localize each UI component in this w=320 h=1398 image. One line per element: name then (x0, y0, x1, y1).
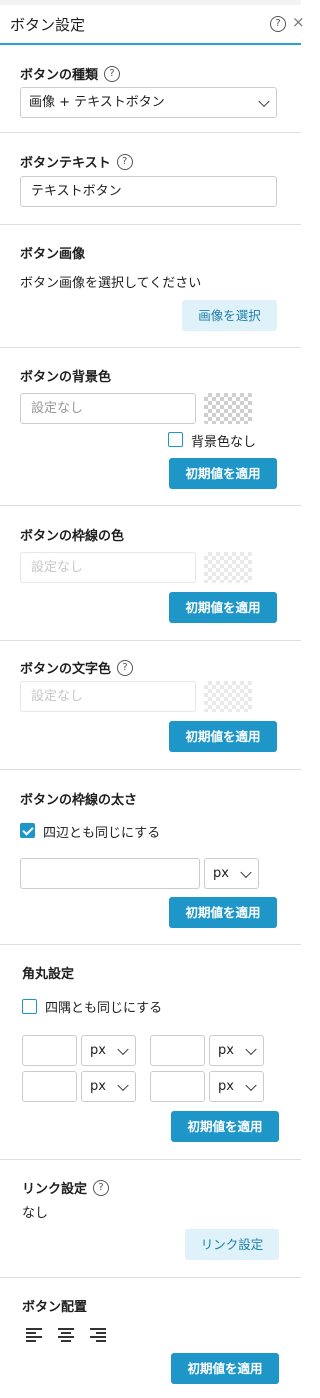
section-button-image: ボタン画像 ボタン画像を選択してください 画像を選択 (0, 225, 301, 348)
bg-color-swatch[interactable] (204, 393, 252, 424)
corner-top-left-input[interactable] (22, 1035, 77, 1066)
unit-value: px (213, 866, 229, 881)
no-bg-label: 背景色なし (191, 435, 257, 450)
section-border-color: ボタンの枠線の色 設定なし 初期値を適用 (0, 506, 301, 641)
section-link: リンク設定? なし リンク設定 (0, 1160, 301, 1278)
corner-top-right-input[interactable] (150, 1035, 205, 1066)
section-button-text: ボタンテキスト? テキストボタン (0, 133, 301, 225)
border-color-input: 設定なし (20, 552, 196, 583)
help-icon[interactable]: ? (93, 1180, 110, 1196)
border-color-apply-default-button[interactable]: 初期値を適用 (169, 592, 277, 623)
button-type-value: 画像 + テキストボタン (29, 95, 165, 110)
no-bg-checkbox[interactable] (168, 432, 183, 447)
align-left-icon[interactable] (26, 1328, 42, 1342)
border-unit-select[interactable]: px (204, 858, 259, 889)
text-color-swatch (204, 681, 252, 712)
border-same-checkbox[interactable] (20, 823, 35, 838)
chevron-down-icon (117, 1043, 129, 1055)
alignment-apply-default-button[interactable]: 初期値を適用 (171, 1353, 279, 1384)
corner-bottom-left-unit-select[interactable]: px (81, 1071, 136, 1102)
border-width-apply-default-button[interactable]: 初期値を適用 (169, 897, 277, 928)
button-text-label: ボタンテキスト? (20, 152, 133, 171)
button-image-prompt: ボタン画像を選択してください (20, 276, 202, 291)
chevron-down-icon (258, 95, 270, 107)
help-icon[interactable]: ? (117, 660, 134, 676)
section-border-width: ボタンの枠線の太さ 四辺とも同じにする px 初期値を適用 (0, 770, 301, 945)
button-type-label: ボタンの種類? (20, 64, 121, 83)
link-value: なし (22, 1206, 49, 1221)
corner-bottom-right-unit-select[interactable]: px (209, 1071, 264, 1102)
border-width-label: ボタンの枠線の太さ (20, 793, 138, 808)
section-text-color: ボタンの文字色? 設定なし 初期値を適用 (0, 641, 301, 770)
select-image-button[interactable]: 画像を選択 (182, 300, 277, 331)
corner-bottom-left-input[interactable] (22, 1071, 77, 1102)
chevron-down-icon (117, 1079, 129, 1091)
bg-color-label: ボタンの背景色 (20, 370, 112, 385)
chevron-down-icon (245, 1043, 257, 1055)
alignment-label: ボタン配置 (22, 1300, 88, 1315)
panel-title: ボタン設定 (10, 16, 86, 34)
button-text-input[interactable]: テキストボタン (20, 176, 277, 207)
corner-bottom-right-input[interactable] (150, 1071, 205, 1102)
help-icon[interactable]: ? (270, 16, 286, 32)
section-button-type: ボタンの種類? 画像 + テキストボタン (0, 47, 301, 133)
corner-radius-label: 角丸設定 (22, 967, 75, 982)
unit-value: px (218, 1043, 234, 1058)
section-bg-color: ボタンの背景色 設定なし 背景色なし 初期値を適用 (0, 348, 301, 506)
section-alignment: ボタン配置 初期値を適用 (0, 1278, 301, 1398)
corner-top-left-unit-select[interactable]: px (81, 1035, 136, 1066)
bg-apply-default-button[interactable]: 初期値を適用 (169, 458, 277, 489)
chevron-down-icon (240, 866, 252, 878)
link-label: リンク設定? (22, 1178, 110, 1197)
bg-color-input[interactable]: 設定なし (20, 393, 196, 424)
border-color-label: ボタンの枠線の色 (20, 529, 125, 544)
corner-same-label: 四隅とも同じにする (45, 1001, 163, 1016)
button-type-select[interactable]: 画像 + テキストボタン (20, 87, 277, 118)
corner-same-checkbox[interactable] (22, 999, 37, 1014)
help-icon[interactable]: ? (104, 66, 121, 82)
panel-header: ボタン設定 ? × (0, 5, 305, 45)
link-settings-button[interactable]: リンク設定 (185, 1229, 279, 1260)
text-color-apply-default-button[interactable]: 初期値を適用 (169, 721, 277, 752)
align-center-icon[interactable] (58, 1328, 74, 1342)
border-color-swatch (204, 552, 252, 583)
close-icon[interactable]: × (292, 13, 305, 31)
unit-value: px (218, 1079, 234, 1094)
align-right-icon[interactable] (90, 1328, 106, 1342)
unit-value: px (90, 1043, 106, 1058)
help-icon[interactable]: ? (116, 154, 133, 170)
corner-radius-apply-default-button[interactable]: 初期値を適用 (171, 1111, 279, 1142)
corner-top-right-unit-select[interactable]: px (209, 1035, 264, 1066)
chevron-down-icon (245, 1079, 257, 1091)
section-corner-radius: 角丸設定 四隅とも同じにする px px px px 初期値を適用 (0, 945, 301, 1160)
border-width-input[interactable] (20, 858, 200, 889)
unit-value: px (90, 1079, 106, 1094)
border-same-label: 四辺とも同じにする (43, 826, 161, 841)
text-color-input: 設定なし (20, 681, 196, 712)
text-color-label: ボタンの文字色? (20, 658, 134, 677)
button-image-label: ボタン画像 (20, 247, 86, 262)
